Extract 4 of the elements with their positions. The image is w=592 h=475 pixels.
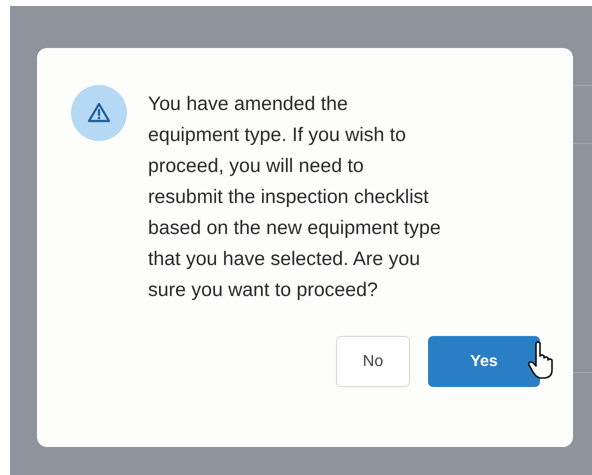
warning-icon [71,85,127,141]
message-text: You have amended the equipment type. If you wish to proceed, you will need to resubmit the inspection checklist based on the new equipment type that you have selected. Are you sure you want to proceed? [148,92,441,303]
yes-button[interactable]: Yes [428,336,540,387]
no-button[interactable]: No [336,336,410,387]
